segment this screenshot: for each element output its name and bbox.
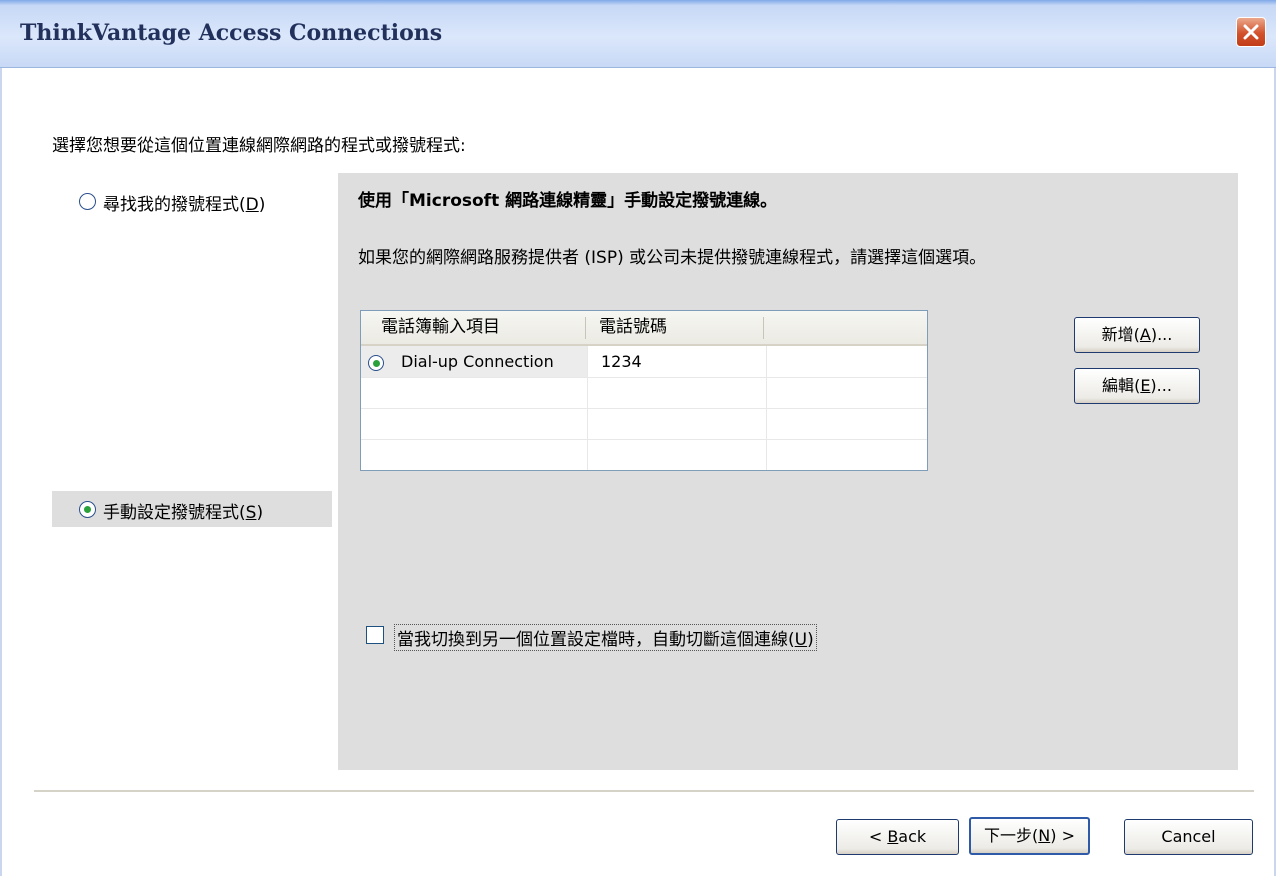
column-header-number[interactable]: 電話號碼 — [599, 311, 667, 344]
row-select-radio[interactable] — [368, 355, 384, 371]
add-button-suffix: ... — [1157, 325, 1173, 344]
manual-dialer-label[interactable]: 手動設定撥號程式(S) — [103, 498, 263, 523]
column-divider — [766, 346, 767, 470]
add-button-label: 新增 — [1101, 325, 1134, 344]
next-mnemonic: N — [1038, 826, 1051, 845]
table-cell-number[interactable]: 1234 — [601, 347, 642, 377]
footer-divider — [34, 790, 1254, 793]
edit-button[interactable]: 編輯(E)... — [1074, 368, 1200, 404]
cancel-button[interactable]: Cancel — [1124, 819, 1253, 855]
column-separator — [585, 317, 586, 339]
find-dialer-radio[interactable] — [79, 193, 96, 210]
manual-dialer-text: 手動設定撥號程式 — [103, 503, 239, 523]
title-bar: ThinkVantage Access Connections — [0, 0, 1276, 68]
next-suffix: > — [1056, 826, 1075, 845]
column-separator — [763, 317, 764, 339]
panel-description: 如果您的網際網路服務提供者 (ISP) 或公司未提供撥號連線程式，請選擇這個選項… — [358, 248, 987, 268]
auto-disconnect-mnemonic: U — [794, 630, 808, 650]
back-rest: ack — [898, 827, 927, 846]
manual-dialer-mnemonic: S — [245, 503, 257, 523]
edit-button-suffix: ... — [1156, 376, 1172, 395]
edit-button-mnemonic: E — [1140, 376, 1151, 395]
row-divider — [361, 439, 927, 440]
add-button-mnemonic: A — [1139, 325, 1151, 344]
back-button[interactable]: < Back — [836, 819, 959, 855]
add-button[interactable]: 新增(A)... — [1074, 317, 1200, 353]
edit-button-label: 編輯 — [1102, 376, 1135, 395]
phonebook-table[interactable]: 電話簿輸入項目 電話號碼 Dial-up Connection 1234 — [360, 310, 928, 471]
column-header-entry[interactable]: 電話簿輸入項目 — [381, 311, 500, 344]
panel-heading: 使用「Microsoft 網路連線精靈」手動設定撥號連線。 — [358, 191, 778, 211]
find-dialer-label[interactable]: 尋找我的撥號程式(D) — [103, 190, 265, 215]
column-divider — [587, 346, 588, 470]
close-button[interactable] — [1236, 17, 1266, 47]
back-prefix: < — [868, 827, 888, 846]
back-mnemonic: B — [887, 827, 899, 846]
row-divider — [361, 408, 927, 409]
table-header: 電話簿輸入項目 電話號碼 — [361, 311, 927, 346]
manual-dialer-radio[interactable] — [79, 501, 96, 518]
next-label: 下一步 — [984, 826, 1033, 845]
close-icon — [1243, 24, 1259, 40]
auto-disconnect-checkbox[interactable] — [366, 626, 384, 644]
find-dialer-text: 尋找我的撥號程式 — [103, 195, 239, 215]
auto-disconnect-label[interactable]: 當我切換到另一個位置設定檔時，自動切斷這個連線(U) — [394, 624, 817, 651]
next-button[interactable]: 下一步(N) > — [969, 817, 1090, 855]
row-divider — [361, 377, 927, 378]
auto-disconnect-text: 當我切換到另一個位置設定檔時，自動切斷這個連線 — [397, 630, 788, 650]
find-dialer-mnemonic: D — [245, 195, 259, 215]
prompt-text: 選擇您想要從這個位置連線網際網路的程式或撥號程式: — [52, 136, 466, 156]
window-title: ThinkVantage Access Connections — [20, 20, 443, 46]
table-cell-entry[interactable]: Dial-up Connection — [401, 347, 554, 377]
